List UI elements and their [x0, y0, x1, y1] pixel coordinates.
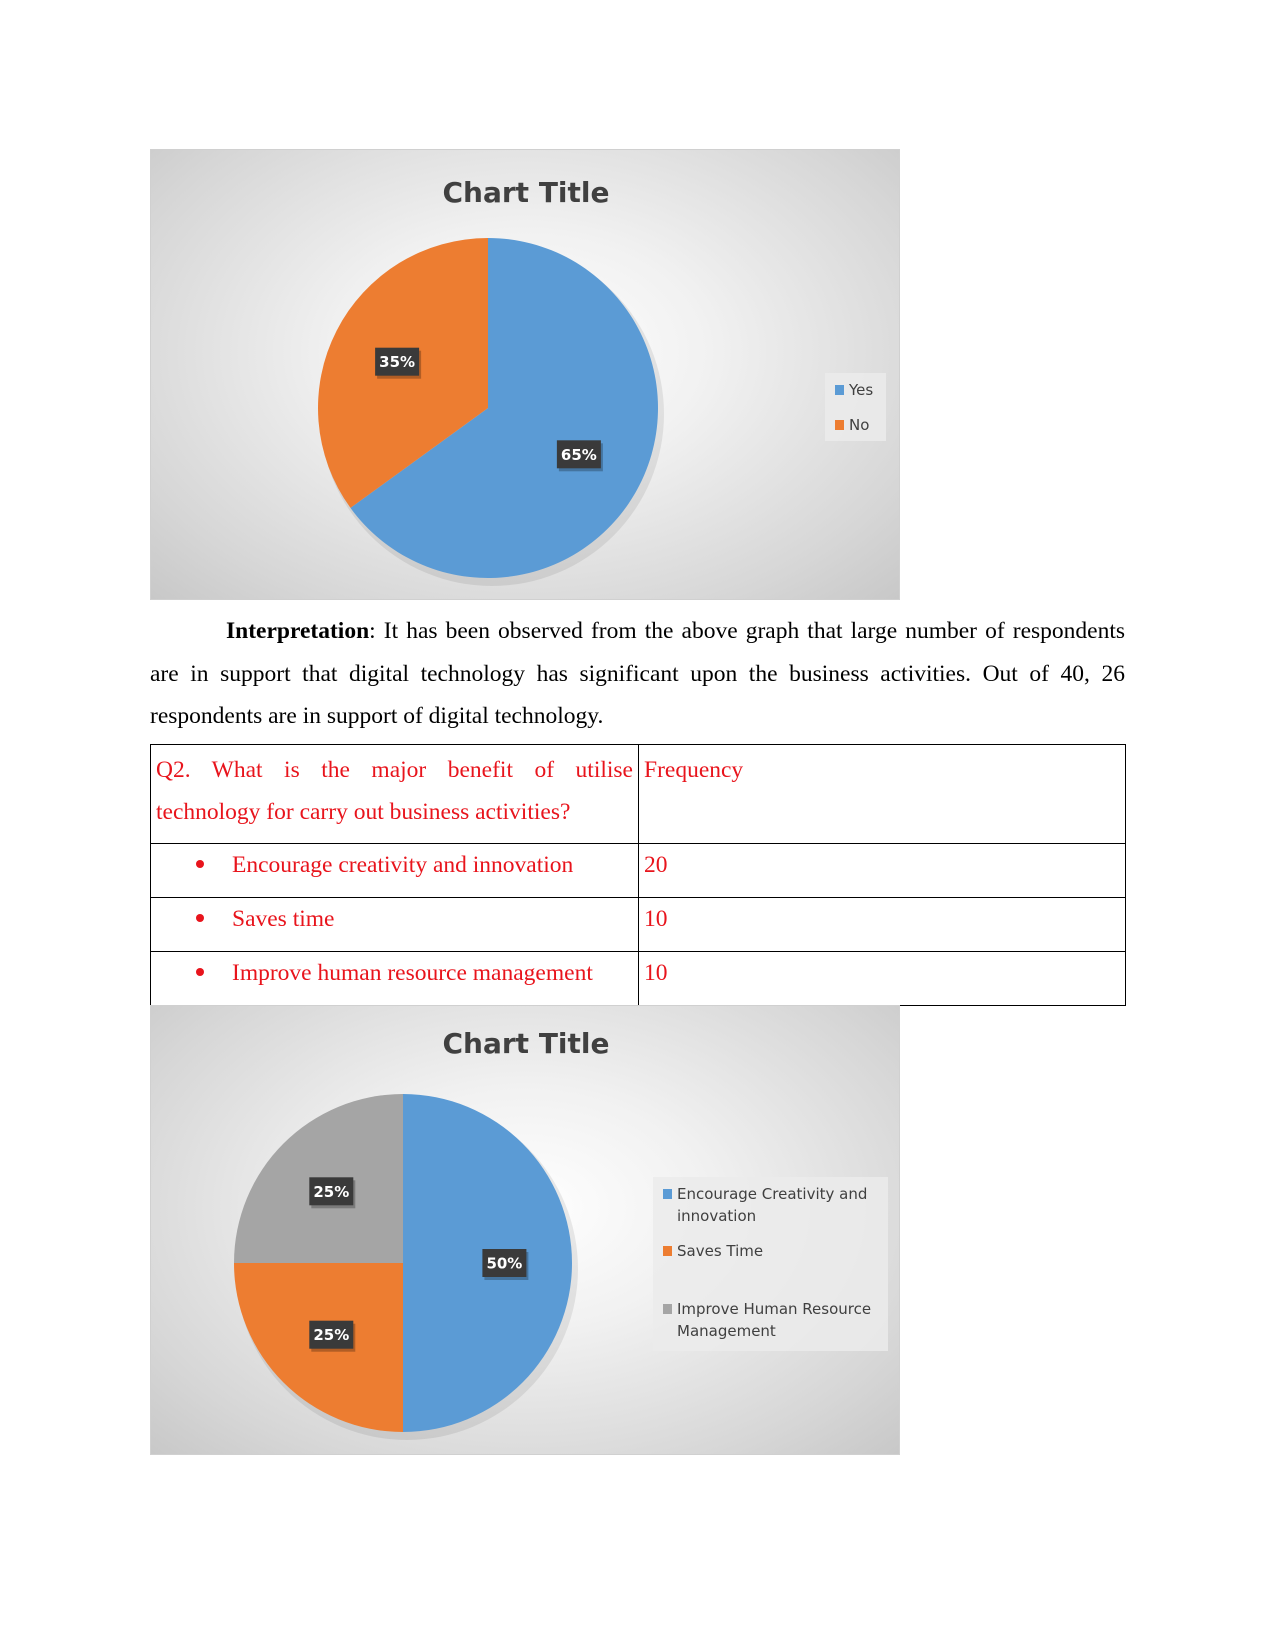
data-label-text: 25% [313, 1183, 349, 1201]
legend-item: Saves Time [663, 1242, 763, 1260]
table-header-row: Q2. What is the major benefit of utilise… [150, 744, 1126, 844]
pie-chart-support: Chart Title 65% 35% Yes No [150, 149, 900, 600]
data-label-text: 25% [313, 1326, 349, 1344]
table-row: Improve human resource management 10 [150, 951, 1126, 1006]
legend-label: Management [677, 1322, 776, 1340]
data-label: 35% [375, 347, 422, 379]
bullet-icon [196, 913, 204, 922]
frequency-header: Frequency [638, 744, 1126, 844]
pie-chart-benefits: Chart Title 50% 25% 25% Encourage Creativi… [150, 1005, 900, 1455]
table-row: Saves time 10 [150, 897, 1126, 952]
legend-swatch-icon [835, 420, 844, 430]
benefit-frequency-table: Q2. What is the major benefit of utilise… [150, 744, 1126, 1006]
data-label: 50% [482, 1249, 529, 1280]
legend-swatch-icon [663, 1189, 672, 1199]
legend-swatch-icon [835, 385, 844, 395]
data-label-text: 50% [486, 1255, 522, 1273]
chart-1-title: Chart Title [443, 176, 610, 209]
row-label: Encourage creativity and innovation [232, 852, 574, 878]
data-label: 65% [556, 440, 603, 472]
pie-chart-1-svg: Chart Title 65% 35% Yes No [318, 176, 886, 586]
question-header: Q2. What is the major benefit of utilise… [150, 744, 639, 844]
data-label-text: 65% [561, 446, 597, 464]
bullet-icon [196, 859, 204, 868]
legend-label: innovation [677, 1207, 756, 1225]
row-label: Saves time [232, 906, 335, 932]
data-label: 25% [309, 1177, 356, 1209]
legend-label: Encourage Creativity and [677, 1185, 867, 1203]
interpretation-lead: Interpretation [226, 618, 370, 644]
data-label-text: 35% [379, 353, 415, 371]
row-value: 20 [638, 843, 1126, 898]
legend-swatch-icon [663, 1304, 672, 1314]
legend-label: No [849, 416, 869, 434]
data-label: 25% [309, 1320, 356, 1352]
row-value: 10 [638, 897, 1126, 952]
legend-label: Yes [848, 381, 873, 399]
chart-2-title: Chart Title [443, 1027, 610, 1060]
legend-label: Saves Time [677, 1242, 763, 1260]
table-row: Encourage creativity and innovation 20 [150, 843, 1126, 898]
row-label: Improve human resource management [232, 960, 593, 986]
legend-swatch-icon [663, 1246, 672, 1256]
bullet-icon [196, 967, 204, 976]
pie-chart-2-svg: Chart Title 50% 25% 25% Encourage Creativi… [234, 1027, 888, 1440]
interpretation-paragraph: Interpretation: It has been observed fro… [150, 610, 1125, 738]
legend-label: Improve Human Resource [677, 1300, 871, 1318]
row-value: 10 [638, 951, 1126, 1006]
